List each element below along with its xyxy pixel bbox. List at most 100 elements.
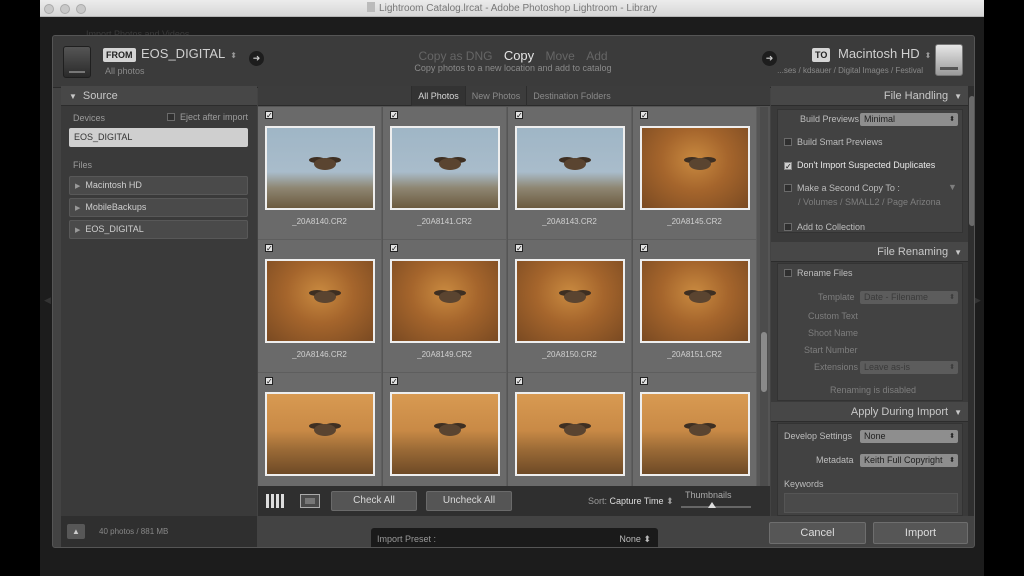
settings-scrollbar[interactable] (968, 86, 974, 516)
loupe-view-icon[interactable] (300, 494, 320, 508)
mode-copy-as-dng[interactable]: Copy as DNG (418, 49, 492, 63)
second-copy-dropdown-icon[interactable]: ▼ (948, 182, 957, 192)
photo-cell[interactable]: ✓ (383, 373, 507, 486)
photo-checkbox[interactable]: ✓ (265, 377, 273, 386)
mode-add[interactable]: Add (586, 49, 607, 63)
custom-text-label: Custom Text (808, 311, 858, 321)
photo-cell[interactable]: ✓ _20A8141.CR2 (383, 107, 507, 240)
tab-new-photos[interactable]: New Photos (464, 86, 527, 106)
photo-thumbnail[interactable] (265, 126, 375, 210)
photo-thumbnail[interactable] (390, 126, 500, 210)
build-smart-previews-checkbox[interactable]: Build Smart Previews (784, 137, 883, 147)
file-item-eos-digital[interactable]: ▶ EOS_DIGITAL (69, 220, 248, 239)
sort-control[interactable]: Sort: Capture Time ⬍ (588, 496, 674, 507)
photo-thumbnail[interactable] (640, 126, 750, 210)
photo-cell[interactable]: ✓ _20A8140.CR2 (258, 107, 382, 240)
check-all-button[interactable]: Check All (331, 491, 417, 511)
updown-icon: ⬍ (924, 51, 932, 60)
file-item-mobilebackups[interactable]: ▶ MobileBackups (69, 198, 248, 217)
apply-during-import-header[interactable]: Apply During Import ▼ (771, 402, 968, 422)
photo-cell[interactable]: ✓ _20A8150.CR2 (508, 240, 632, 373)
template-select[interactable]: Date - Filename ⬍ (860, 291, 958, 304)
photo-cell[interactable]: ✓ _20A8145.CR2 (633, 107, 757, 240)
source-drive-icon[interactable] (63, 46, 91, 78)
file-handling-header[interactable]: File Handling ▼ (771, 86, 968, 106)
extensions-select[interactable]: Leave as-is ⬍ (860, 361, 958, 374)
build-previews-select[interactable]: Minimal ⬍ (860, 113, 958, 126)
photo-cell[interactable]: ✓ (508, 373, 632, 486)
file-renaming-header[interactable]: File Renaming ▼ (771, 242, 968, 262)
destination-arrow-icon[interactable]: ➜ (762, 51, 777, 66)
eject-after-import-checkbox[interactable]: Eject after import (167, 112, 248, 122)
destination-selector[interactable]: Macintosh HD ⬍ (838, 46, 931, 61)
file-item-macintosh-hd[interactable]: ▶ Macintosh HD (69, 176, 248, 195)
photo-cell[interactable]: ✓ (633, 373, 757, 486)
tab-destination-folders[interactable]: Destination Folders (526, 86, 617, 106)
thumbnail-size-slider[interactable] (681, 506, 751, 508)
source-arrow-icon[interactable]: ➜ (249, 51, 264, 66)
photo-checkbox[interactable]: ✓ (515, 111, 523, 120)
photo-thumbnail[interactable] (390, 259, 500, 343)
photo-cell[interactable]: ✓ (258, 373, 382, 486)
right-panel-collapse-icon[interactable]: ▶ (974, 295, 981, 306)
photo-checkbox[interactable]: ✓ (640, 377, 648, 386)
bird-image (313, 291, 336, 304)
template-label: Template (818, 292, 855, 302)
uncheck-all-button[interactable]: Uncheck All (426, 491, 512, 511)
import-button[interactable]: Import (873, 522, 968, 544)
photo-checkbox[interactable]: ✓ (390, 111, 398, 120)
develop-settings-select[interactable]: None ⬍ (860, 430, 958, 443)
second-copy-checkbox[interactable]: Make a Second Copy To : (784, 183, 900, 193)
photo-checkbox[interactable]: ✓ (265, 111, 273, 120)
photo-thumbnail[interactable] (515, 392, 625, 476)
photo-thumbnail[interactable] (390, 392, 500, 476)
mode-copy[interactable]: Copy (504, 48, 534, 63)
import-header: FROM EOS_DIGITAL ⬍ All photos ➜ Copy as D… (53, 36, 974, 88)
metadata-select[interactable]: Keith Full Copyright ⬍ (860, 454, 958, 467)
photo-cell[interactable]: ✓ _20A8146.CR2 (258, 240, 382, 373)
photo-checkbox[interactable]: ✓ (515, 244, 523, 253)
photo-checkbox[interactable]: ✓ (515, 377, 523, 386)
destination-drive-icon[interactable] (935, 44, 963, 76)
scrollbar-thumb[interactable] (969, 96, 974, 226)
photo-thumbnail[interactable] (640, 259, 750, 343)
rename-files-checkbox[interactable]: Rename Files (784, 268, 853, 278)
photo-cell[interactable]: ✓ _20A8143.CR2 (508, 107, 632, 240)
grid-scrollbar[interactable] (760, 107, 768, 486)
photo-thumbnail[interactable] (515, 126, 625, 210)
photo-filename: _20A8145.CR2 (667, 217, 722, 226)
photo-checkbox[interactable]: ✓ (640, 111, 648, 120)
bird-image (688, 291, 711, 304)
photo-thumbnail[interactable] (640, 392, 750, 476)
checkbox-icon (167, 113, 175, 121)
settings-panel: File Handling ▼ Build Previews Minimal ⬍ B… (771, 86, 968, 516)
add-to-collection-checkbox[interactable]: Add to Collection (784, 222, 865, 232)
cancel-button[interactable]: Cancel (769, 522, 866, 544)
photo-thumbnail[interactable] (265, 259, 375, 343)
import-preset-bar[interactable]: Import Preset : None ⬍ (371, 528, 658, 547)
collapse-up-icon[interactable]: ▲ (67, 524, 85, 539)
updown-icon: ⬍ (643, 534, 651, 544)
slider-knob[interactable] (708, 502, 716, 508)
grid-view-icon[interactable] (266, 494, 286, 508)
photo-cell[interactable]: ✓ _20A8151.CR2 (633, 240, 757, 373)
photo-thumbnail[interactable] (265, 392, 375, 476)
mode-move[interactable]: Move (546, 49, 575, 63)
triangle-right-icon: ▶ (75, 205, 81, 212)
left-panel-collapse-icon[interactable]: ◀ (44, 295, 51, 306)
triangle-right-icon: ▶ (75, 183, 81, 190)
tab-all-photos[interactable]: All Photos (411, 86, 465, 106)
photo-checkbox[interactable]: ✓ (265, 244, 273, 253)
checkbox-icon (784, 138, 792, 146)
photo-cell[interactable]: ✓ _20A8149.CR2 (383, 240, 507, 373)
photo-checkbox[interactable]: ✓ (390, 377, 398, 386)
source-panel-header[interactable]: ▼ Source (61, 86, 257, 106)
dont-import-duplicates-checkbox[interactable]: ✓ Don't Import Suspected Duplicates (784, 160, 935, 171)
keywords-field[interactable] (784, 493, 958, 513)
photo-checkbox[interactable]: ✓ (640, 244, 648, 253)
source-selector[interactable]: EOS_DIGITAL ⬍ (141, 46, 237, 61)
scrollbar-thumb[interactable] (761, 332, 767, 392)
photo-checkbox[interactable]: ✓ (390, 244, 398, 253)
device-item-selected[interactable]: EOS_DIGITAL (69, 128, 248, 147)
photo-thumbnail[interactable] (515, 259, 625, 343)
